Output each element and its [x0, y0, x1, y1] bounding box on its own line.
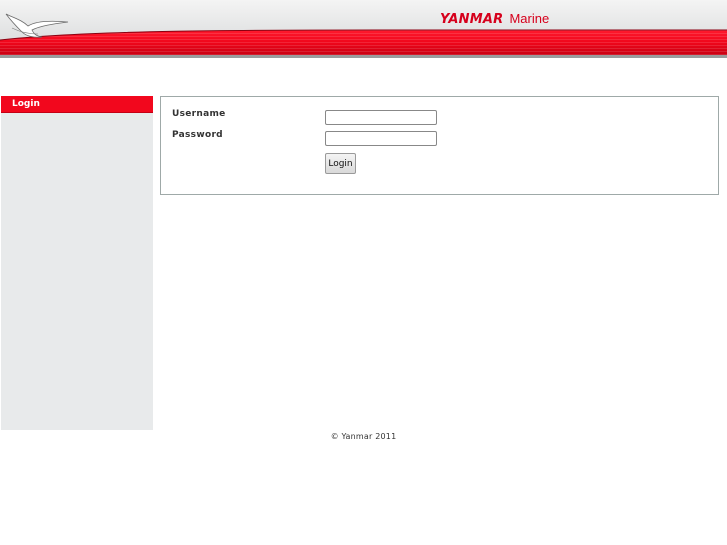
password-input[interactable] [325, 131, 437, 146]
username-label: Username [172, 109, 226, 119]
footer-copyright: © Yanmar 2011 [330, 432, 397, 441]
sidebar-item-login[interactable]: Login [1, 96, 153, 113]
sidebar-item-label: Login [12, 99, 40, 109]
sidebar: Login [1, 96, 153, 430]
header-banner: YANMAR Marine [0, 0, 727, 58]
seagull-logo-icon [5, 13, 69, 38]
login-button[interactable]: Login [325, 153, 356, 174]
brand-sub-text: Marine [509, 11, 550, 26]
header-background [0, 0, 727, 58]
password-label: Password [172, 130, 223, 140]
page-root: YANMAR Marine Login Username Password Lo… [0, 0, 727, 545]
brand-main-text: YANMAR [440, 12, 504, 27]
brand-logo: YANMAR Marine [440, 11, 549, 27]
login-form: Username Password Login [160, 96, 719, 195]
username-input[interactable] [325, 110, 437, 125]
